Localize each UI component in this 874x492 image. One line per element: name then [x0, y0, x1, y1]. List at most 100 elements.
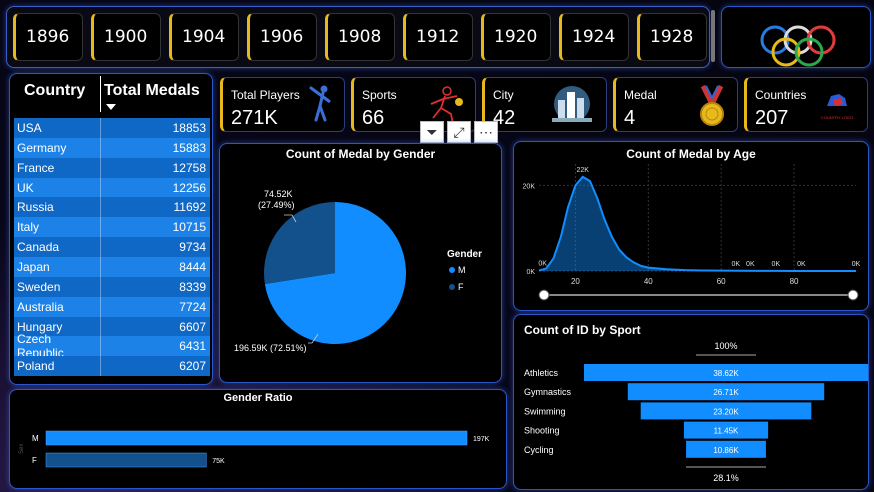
kpi-value: 66 — [362, 107, 385, 129]
legend-marker-m[interactable] — [449, 267, 455, 273]
age-slider-handle-max[interactable] — [847, 289, 859, 301]
cell-separator — [100, 118, 101, 138]
year-slicer: 1896 1900 1904 1906 1908 1912 1920 1924 … — [6, 6, 710, 68]
legend-label-m[interactable]: M — [458, 265, 466, 275]
data-label: 0K — [538, 261, 547, 268]
cell-separator — [100, 296, 101, 317]
cell-country: UK — [17, 180, 34, 195]
cell-country: Sweden — [17, 279, 61, 294]
age-slider-handle-min[interactable] — [538, 289, 550, 301]
table-row[interactable]: UK 12256 — [14, 177, 210, 198]
golfer-icon — [309, 85, 331, 122]
sort-descending-icon[interactable] — [106, 104, 116, 110]
table-row[interactable]: USA 18853 — [14, 118, 210, 138]
cell-total-medals: 8444 — [179, 259, 206, 274]
year-button-1912[interactable]: 1912 — [403, 13, 473, 61]
kpi-medal: Medal 4 — [613, 77, 738, 132]
data-label: 0K — [772, 261, 781, 268]
gender-ratio-bar[interactable] — [45, 430, 468, 446]
cell-separator — [100, 336, 101, 357]
table-row[interactable]: Australia 7724 — [14, 296, 210, 317]
cell-country: Japan — [17, 259, 50, 274]
cell-total-medals: 7724 — [179, 299, 206, 314]
funnel-value-label: 23.20K — [713, 407, 739, 416]
table-row[interactable]: Canada 9734 — [14, 237, 210, 258]
visual-header: ⏷ ⤢ ⋯ — [420, 121, 498, 143]
filter-icon[interactable]: ⏷ — [420, 121, 444, 143]
data-label-m: 196.59K (72.51%) — [234, 343, 307, 353]
logo-panel — [721, 6, 871, 68]
year-button-1896[interactable]: 1896 — [13, 13, 83, 61]
cell-separator — [100, 316, 101, 337]
cell-separator — [100, 256, 101, 277]
age-area[interactable] — [539, 176, 856, 271]
legend-label-f[interactable]: F — [458, 282, 464, 292]
table-row[interactable]: Italy 10715 — [14, 217, 210, 238]
kpi-label: Countries — [755, 88, 807, 102]
year-button-1920[interactable]: 1920 — [481, 13, 551, 61]
year-button-1906[interactable]: 1906 — [247, 13, 317, 61]
table-row[interactable]: Germany 15883 — [14, 137, 210, 158]
y-axis-label: Sex — [19, 444, 25, 454]
y-tick-label: 0K — [526, 269, 535, 276]
table-row[interactable]: Czech Republic 6431 — [14, 332, 210, 360]
kpi-total-players: Total Players 271K — [220, 77, 345, 132]
cell-separator — [100, 237, 101, 258]
table-row[interactable]: Poland 6207 — [14, 356, 210, 377]
kpi-label: Total Players — [231, 88, 300, 102]
data-label-f: 74.52K — [264, 189, 293, 199]
medal-icon — [700, 84, 724, 126]
pie-svg: 74.52K (27.49%) 196.59K (72.51%) Gender … — [234, 189, 482, 353]
cell-total-medals: 9734 — [179, 240, 206, 255]
column-header-country[interactable]: Country — [24, 82, 85, 100]
year-button-1904[interactable]: 1904 — [169, 13, 239, 61]
more-options-icon[interactable]: ⋯ — [474, 121, 498, 143]
table-row[interactable]: Russia 11692 — [14, 197, 210, 218]
country-logo-text: COUNTRY LOGO — [820, 115, 854, 120]
cell-total-medals: 18853 — [172, 121, 206, 135]
olympic-rings-icon — [760, 25, 836, 67]
year-button-1908[interactable]: 1908 — [325, 13, 395, 61]
year-button-1928[interactable]: 1928 — [637, 13, 707, 61]
table-row[interactable]: France 12758 — [14, 157, 210, 178]
kpi-label: Medal — [624, 88, 657, 102]
athlete-icon — [430, 86, 463, 125]
country-logo-icon: COUNTRY LOGO — [817, 92, 857, 120]
cell-country: Poland — [17, 359, 55, 374]
cell-total-medals: 6431 — [179, 339, 206, 354]
funnel-category-label: Shooting — [524, 426, 560, 436]
cell-total-medals: 15883 — [172, 140, 206, 155]
y-tick-label: 20K — [523, 183, 536, 190]
funnel-value-label: 11.45K — [714, 427, 739, 436]
table-row[interactable]: Sweden 8339 — [14, 276, 210, 297]
cell-total-medals: 12758 — [172, 160, 206, 175]
gender-ratio-bar[interactable] — [45, 452, 207, 468]
data-label-f-pct: (27.49%) — [258, 200, 295, 210]
gender-category-label: M — [32, 434, 39, 443]
column-header-total-medals[interactable]: Total Medals — [104, 82, 200, 100]
funnel-category-label: Gymnastics — [524, 387, 572, 397]
cell-total-medals: 10715 — [172, 220, 206, 235]
x-tick-label: 80 — [790, 277, 799, 286]
funnel-category-label: Cycling — [524, 445, 554, 455]
year-button-1924[interactable]: 1924 — [559, 13, 629, 61]
table-row[interactable]: Japan 8444 — [14, 256, 210, 277]
legend-marker-f[interactable] — [449, 284, 455, 290]
funnel-svg: 100% 38.62K Athletics 26.71K Gymnastics 23.20… — [524, 341, 868, 483]
pie-slice-f[interactable] — [264, 202, 335, 285]
funnel-value-label: 10.86K — [713, 446, 739, 455]
funnel-category-label: Athletics — [524, 368, 559, 378]
data-label: 0K — [746, 261, 755, 268]
year-slicer-scrollbar[interactable] — [711, 10, 715, 62]
funnel-top-label: 100% — [714, 341, 737, 351]
cell-country: France — [17, 160, 55, 175]
kpi-value: 207 — [755, 107, 789, 129]
gender-category-label: F — [32, 456, 37, 465]
cell-total-medals: 6207 — [179, 359, 206, 374]
gender-pie-chart: Count of Medal by Gender 74.52K (27.49%)… — [219, 143, 502, 383]
funnel-value-label: 38.62K — [713, 369, 739, 378]
funnel-category-label: Swimming — [524, 406, 566, 416]
focus-mode-icon[interactable]: ⤢ — [447, 121, 471, 143]
x-tick-label: 40 — [644, 277, 653, 286]
year-button-1900[interactable]: 1900 — [91, 13, 161, 61]
